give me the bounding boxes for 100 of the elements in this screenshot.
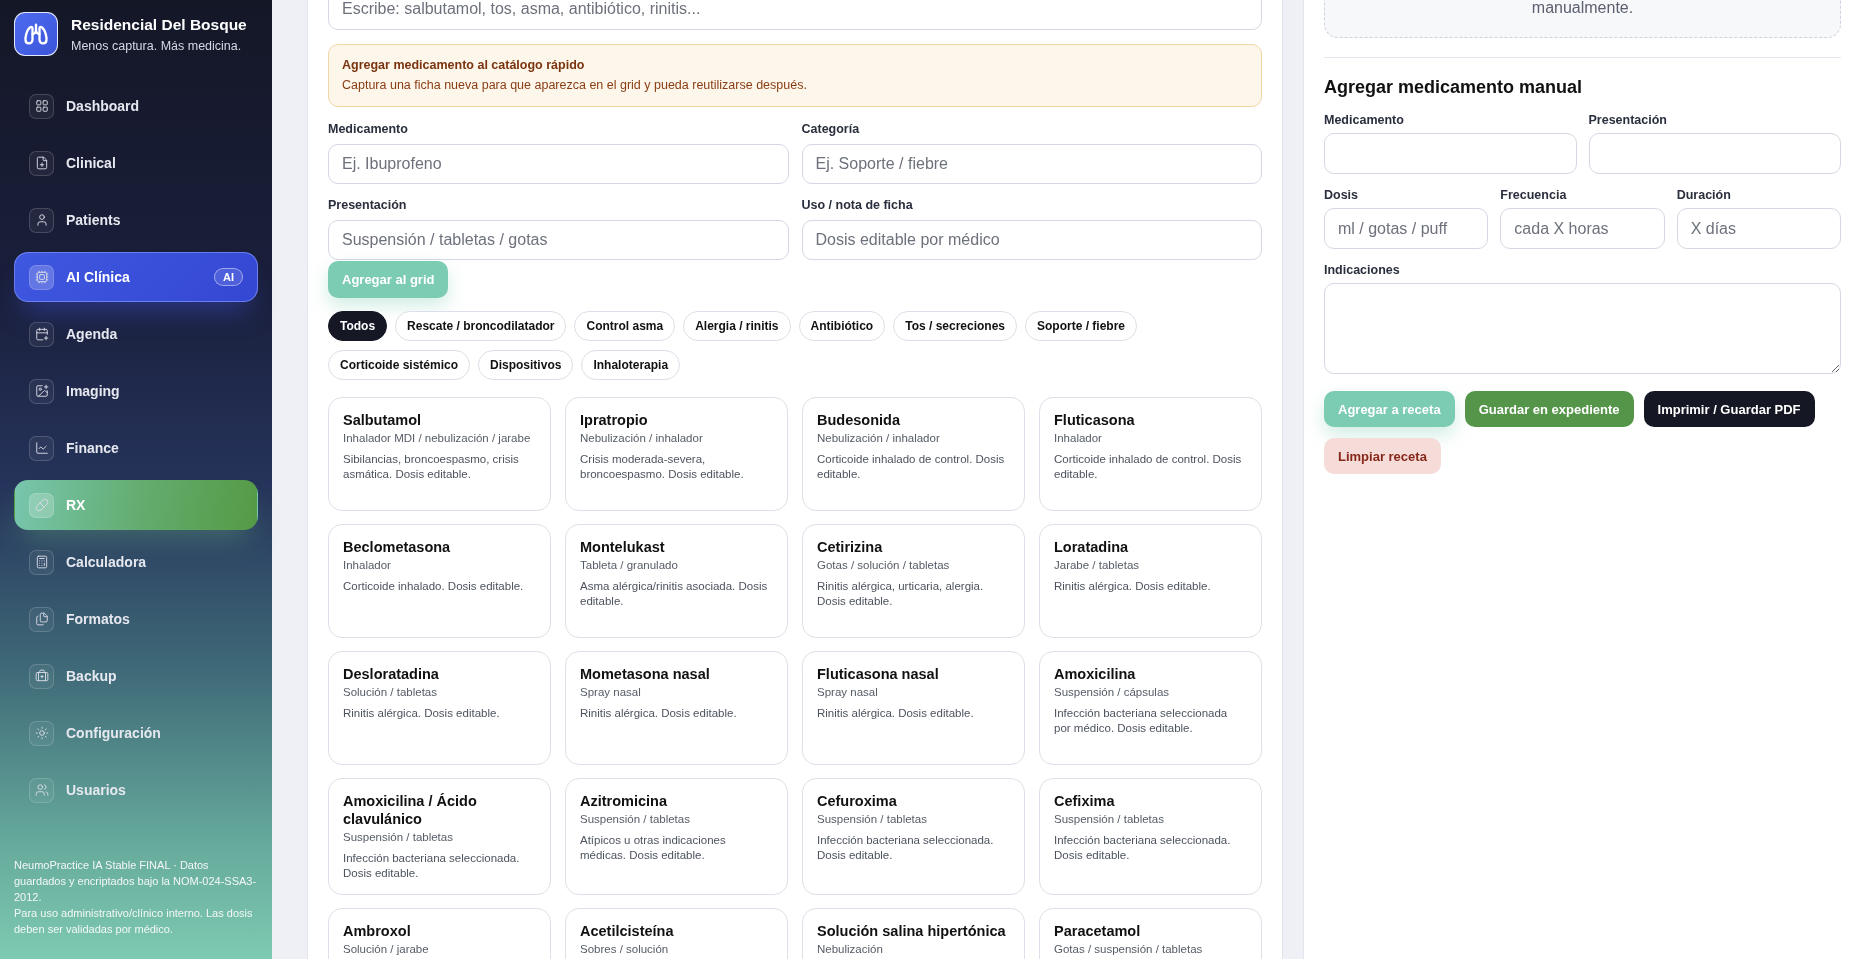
notice-text: Captura una ficha nueva para que aparezca en el grid y pueda reutilizarse después. [342,77,808,94]
medication-form: Gotas / suspensión / tabletas [1054,942,1204,957]
ai-badge: AI [214,268,243,286]
medication-card[interactable]: Budesonida Nebulización / inhalador Corticoide inhalado de control. Dosis editable. [802,397,1025,511]
input-field[interactable] [1588,133,1841,174]
medication-form: Nebulización / inhalador [580,431,704,446]
medication-form: Nebulización / inhalador [817,431,941,446]
medication-card[interactable]: Cefuroxima Suspensión / tabletas Infección bacteriana seleccionada. Dosis editable. [802,778,1025,895]
medication-card[interactable]: Cefixima Suspensión / tabletas Infección bacteriana seleccionada. Dosis editable. [1039,778,1262,895]
medication-form: Suspensión / tabletas [580,812,691,827]
sidebar-item[interactable]: Agenda [14,309,258,359]
medication-note: Infección bacteriana seleccionada por médico. Dosis editable. [1054,706,1229,736]
filter-chip[interactable]: Tos / secreciones [893,311,1017,341]
field-label: Dosis [1324,187,1360,203]
medication-form: Tableta / granulado [580,558,679,573]
briefcase-icon [29,663,54,689]
filter-chip[interactable]: Todos [328,311,388,341]
calculator-icon [29,549,54,575]
medication-form: Suspensión / tabletas [1054,812,1165,827]
medication-name: Acetilcisteína [580,922,675,940]
brand-tagline: Menos captura. Más medicina. [71,38,243,54]
medication-card[interactable]: Desloratadina Solución / tabletas Rinitis alérgica. Dosis editable. [328,651,551,765]
medication-card[interactable]: Solución salina hipertónica Nebulización [802,908,1025,959]
medication-card[interactable]: Loratadina Jarabe / tabletas Rinitis alérgica. Dosis editable. [1039,524,1262,638]
action-button[interactable]: Imprimir / Guardar PDF [1643,391,1815,427]
medication-name: Cefixima [1054,792,1116,810]
medication-card[interactable]: Montelukast Tableta / granulado Asma alérgica/rinitis asociada. Dosis editable. [565,524,788,638]
medication-note: Rinitis alérgica, urticaria, alergia. Dosis editable. [817,579,985,609]
medication-note: Corticoide inhalado. Dosis editable. [343,579,525,594]
medication-name: Fluticasona nasal [817,665,940,683]
medication-note: Corticoide inhalado de control. Dosis editable. [817,452,1006,482]
medication-form: Inhalador MDI / nebulización / jarabe [343,431,532,446]
medication-note: Rinitis alérgica. Dosis editable. [343,706,501,721]
medication-card[interactable]: Ipratropio Nebulización / inhalador Crisis moderada-severa, broncoespasmo. Dosis editable. [565,397,788,511]
medication-form: Solución / jarabe [343,942,430,957]
sidebar-item[interactable]: Configuración [14,708,258,758]
medication-card[interactable]: Fluticasona Inhalador Corticoide inhalado de control. Dosis editable. [1039,397,1262,511]
action-button[interactable]: Guardar en expediente [1464,391,1634,427]
input-field[interactable]: X días [1676,208,1841,249]
medication-name: Budesonida [817,411,901,429]
sidebar-item[interactable]: Clinical [14,138,258,188]
medication-card[interactable]: Cetirizina Gotas / solución / tabletas Rinitis alérgica, urticaria, alergia. Dosis editable. [802,524,1025,638]
medication-name: Fluticasona [1054,411,1136,429]
medication-card[interactable]: Ambroxol Solución / jarabe [328,908,551,959]
action-button[interactable]: Limpiar receta [1324,438,1441,474]
input-field[interactable]: Ej. Ibuprofeno [328,144,789,184]
filter-chip[interactable]: Antibiótico [798,311,886,341]
filter-chip[interactable]: Alergia / rinitis [683,311,791,341]
filter-chip[interactable]: Soporte / fiebre [1025,311,1138,341]
grid-icon [29,93,54,119]
medication-name: Paracetamol [1054,922,1142,940]
filter-chip[interactable]: Control asma [574,311,676,341]
sidebar-item[interactable]: Formatos [14,594,258,644]
medication-form: Nebulización [817,942,884,957]
field-label: Uso / nota de ficha [801,197,914,213]
sidebar-item[interactable]: Finance [14,423,258,473]
medication-form: Inhalador [1054,431,1103,446]
input-field[interactable]: ml / gotas / puff [1324,208,1489,249]
medication-note: Rinitis alérgica. Dosis editable. [817,706,975,721]
medication-name: Beclometasona [343,538,452,556]
medication-card[interactable]: Amoxicilina Suspensión / cápsulas Infección bacteriana seleccionada por médico. Dosis editable. [1039,651,1262,765]
sidebar-item[interactable]: Patients [14,195,258,245]
filter-chip[interactable]: Rescate / broncodilatador [395,311,567,341]
medication-form: Spray nasal [580,685,642,700]
medication-card[interactable]: Mometasona nasal Spray nasal Rinitis alérgica. Dosis editable. [565,651,788,765]
sidebar-item[interactable]: AI Clínica AI [14,252,258,302]
medication-card[interactable]: Acetilcisteína Sobres / solución [565,908,788,959]
search-field[interactable]: Escribe: salbutamol, tos, asma, antibiótico, rinitis... [328,0,1262,30]
medication-card[interactable]: Salbutamol Inhalador MDI / nebulización / jarabe Sibilancias, broncoespasmo, crisis asmática. Dosis editable. [328,397,551,511]
calendar-icon [29,321,54,347]
input-field[interactable]: Suspensión / tabletas / gotas [328,220,789,260]
input-field[interactable] [1324,133,1577,174]
sidebar-item[interactable]: Backup [14,651,258,701]
filter-chip[interactable]: Dispositivos [478,350,574,380]
medication-name: Cetirizina [817,538,884,556]
sidebar-item[interactable]: Imaging [14,366,258,416]
sidebar-item[interactable]: Calculadora [14,537,258,587]
medication-card[interactable]: Paracetamol Gotas / suspensión / tabletas [1039,908,1262,959]
person-icon [29,207,54,233]
filter-chip[interactable]: Inhaloterapia [581,350,681,380]
input-field[interactable]: Dosis editable por médico [801,220,1262,260]
input-field[interactable]: cada X horas [1500,208,1665,249]
sun-icon [29,720,54,746]
medication-name: Cefuroxima [817,792,898,810]
lungs-logo-icon [14,12,58,56]
filter-chip[interactable]: Corticoide sistémico [328,350,471,380]
medication-form: Suspensión / tabletas [343,830,454,845]
medication-card[interactable]: Amoxicilina / Ácido clavulánico Suspensión / tabletas Infección bacteriana seleccionada. Dosis editable. [328,778,551,895]
indications-field[interactable] [1324,283,1841,374]
medication-note: Asma alérgica/rinitis asociada. Dosis editable. [580,579,769,609]
medication-form: Spray nasal [817,685,879,700]
medication-card[interactable]: Azitromicina Suspensión / tabletas Atípicos u otras indicaciones médicas. Dosis editable. [565,778,788,895]
medication-card[interactable]: Fluticasona nasal Spray nasal Rinitis alérgica. Dosis editable. [802,651,1025,765]
input-field[interactable]: Ej. Soporte / fiebre [801,144,1262,184]
sidebar-item[interactable]: Dashboard [14,81,258,131]
medication-form: Gotas / solución / tabletas [817,558,951,573]
medication-card[interactable]: Beclometasona Inhalador Corticoide inhalado. Dosis editable. [328,524,551,638]
medication-note: Rinitis alérgica. Dosis editable. [580,706,738,721]
field-label: Medicamento [1324,112,1405,128]
medication-name: Solución salina hipertónica [817,922,1007,940]
